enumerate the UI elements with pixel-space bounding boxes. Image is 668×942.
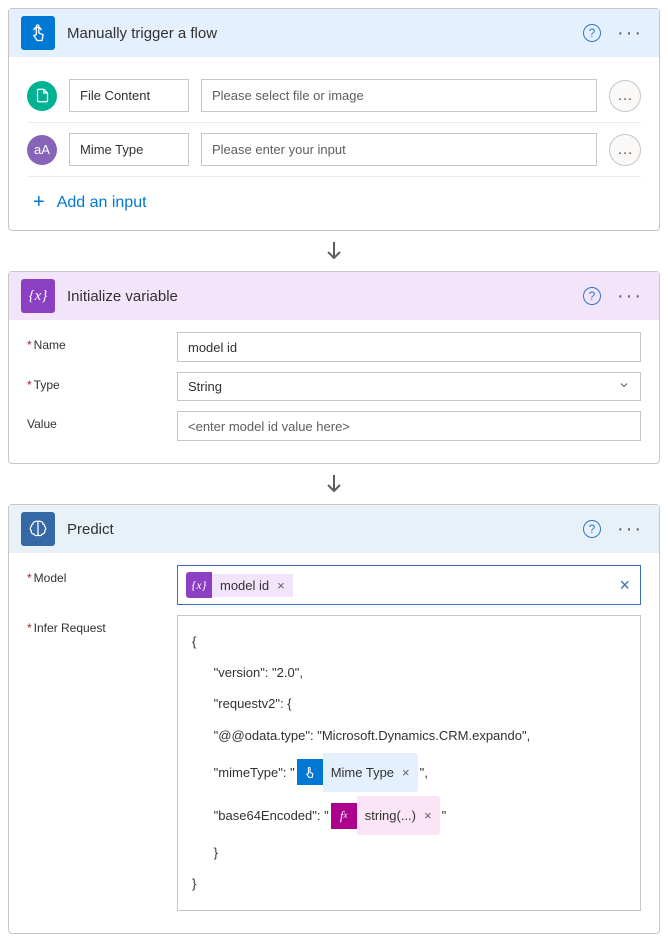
- clear-input-button[interactable]: ×: [615, 575, 634, 596]
- model-label: *Model: [27, 565, 177, 585]
- file-icon: [27, 81, 57, 111]
- type-field-row: *Type String: [27, 372, 641, 401]
- variable-icon: {x}: [21, 279, 55, 313]
- type-select[interactable]: String: [177, 372, 641, 401]
- infer-field-row: *Infer Request { "version": "2.0", "requ…: [27, 615, 641, 911]
- finger-tap-icon: [297, 759, 323, 785]
- name-input[interactable]: model id: [177, 332, 641, 362]
- value-input[interactable]: <enter model id value here>: [177, 411, 641, 441]
- variable-token-icon: {x}: [186, 572, 212, 598]
- json-line: "mimeType": " Mime Type× ",: [192, 751, 626, 794]
- trigger-body: File Content Please select file or image…: [9, 57, 659, 230]
- brain-icon: [21, 512, 55, 546]
- finger-tap-icon: [21, 16, 55, 50]
- variable-card: {x} Initialize variable ? ··· *Name mode…: [8, 271, 660, 464]
- input-row-file: File Content Please select file or image…: [27, 69, 641, 123]
- variable-body: *Name model id *Type String Value <enter…: [9, 320, 659, 463]
- json-line: "requestv2": {: [192, 688, 626, 719]
- value-label: Value: [27, 411, 177, 431]
- type-value: String: [188, 379, 222, 394]
- predict-card: Predict ? ··· *Model {x} model id× × *In…: [8, 504, 660, 934]
- more-menu-button[interactable]: ···: [613, 285, 647, 308]
- trigger-title: Manually trigger a flow: [67, 25, 583, 42]
- more-menu-button[interactable]: ···: [613, 518, 647, 541]
- trigger-card: Manually trigger a flow ? ··· File Conte…: [8, 8, 660, 231]
- json-line: "@@odata.type": "Microsoft.Dynamics.CRM.…: [192, 720, 626, 751]
- model-id-token[interactable]: {x} model id×: [186, 572, 293, 598]
- model-input[interactable]: {x} model id× ×: [177, 565, 641, 605]
- type-label: *Type: [27, 372, 177, 392]
- help-icon[interactable]: ?: [583, 287, 601, 305]
- row-more-button[interactable]: …: [609, 134, 641, 166]
- connector-arrow: [8, 464, 660, 504]
- add-input-button[interactable]: + Add an input: [27, 177, 641, 218]
- token-remove-button[interactable]: ×: [424, 800, 432, 831]
- row-more-button[interactable]: …: [609, 80, 641, 112]
- plus-icon: +: [33, 191, 45, 214]
- help-icon[interactable]: ?: [583, 520, 601, 538]
- token-remove-button[interactable]: ×: [402, 757, 410, 788]
- infer-request-input[interactable]: { "version": "2.0", "requestv2": { "@@od…: [177, 615, 641, 911]
- trigger-header[interactable]: Manually trigger a flow ? ···: [9, 9, 659, 57]
- model-field-row: *Model {x} model id× ×: [27, 565, 641, 605]
- name-label: *Name: [27, 332, 177, 352]
- connector-arrow: [8, 231, 660, 271]
- value-field-row: Value <enter model id value here>: [27, 411, 641, 441]
- variable-header[interactable]: {x} Initialize variable ? ···: [9, 272, 659, 320]
- add-input-label: Add an input: [57, 194, 147, 212]
- variable-title: Initialize variable: [67, 288, 583, 305]
- mime-type-input[interactable]: Please enter your input: [201, 133, 597, 166]
- predict-header[interactable]: Predict ? ···: [9, 505, 659, 553]
- predict-body: *Model {x} model id× × *Infer Request { …: [9, 553, 659, 933]
- more-menu-button[interactable]: ···: [613, 22, 647, 45]
- json-line: {: [192, 626, 626, 657]
- help-icon[interactable]: ?: [583, 24, 601, 42]
- json-line: "base64Encoded": " fx string(...)× ": [192, 794, 626, 837]
- expression-token[interactable]: fx string(...)×: [331, 796, 440, 835]
- text-icon: aA: [27, 135, 57, 165]
- file-content-label[interactable]: File Content: [69, 79, 189, 112]
- predict-title: Predict: [67, 521, 583, 538]
- infer-label: *Infer Request: [27, 615, 177, 635]
- chevron-down-icon: [618, 379, 630, 394]
- mime-type-label[interactable]: Mime Type: [69, 133, 189, 166]
- json-line: "version": "2.0",: [192, 657, 626, 688]
- mime-type-token[interactable]: Mime Type×: [297, 753, 418, 792]
- name-field-row: *Name model id: [27, 332, 641, 362]
- file-content-input[interactable]: Please select file or image: [201, 79, 597, 112]
- json-line: }: [192, 837, 626, 868]
- fx-icon: fx: [331, 803, 357, 829]
- input-row-mime: aA Mime Type Please enter your input …: [27, 123, 641, 177]
- token-remove-button[interactable]: ×: [277, 578, 285, 593]
- json-line: }: [192, 868, 626, 899]
